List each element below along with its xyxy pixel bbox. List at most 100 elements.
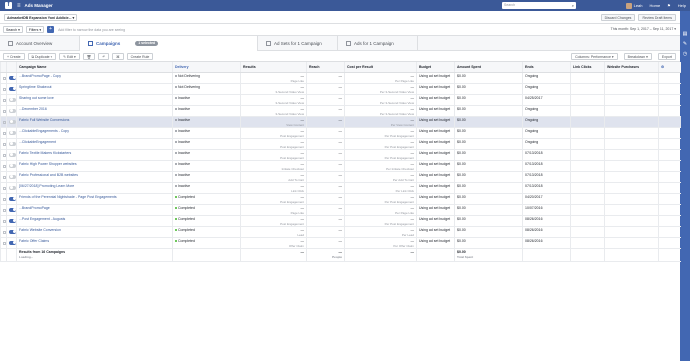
campaign-name-link[interactable]: ...BrandPromoPage (19, 206, 50, 210)
tab-account-overview[interactable]: Account Overview (0, 36, 80, 51)
campaign-toggle[interactable] (6, 160, 17, 172)
campaign-name-link[interactable]: Fabric Offer Claims (19, 239, 49, 243)
ends-value: 07/13/2018 (522, 149, 571, 161)
tab-campaigns[interactable]: Campaigns 1 selected (80, 36, 258, 51)
table-row[interactable]: ...ClickableEngagements - Copy Inactive — P… (0, 127, 681, 139)
header-cost-per-result[interactable]: Cost per Result (344, 62, 417, 73)
duplicate-button[interactable]: ⧉ Duplicate ▾ (27, 52, 57, 60)
edit-button[interactable]: ✎ Edit ▾ (59, 52, 80, 60)
table-row[interactable]: [06/27/2018] Promoting Learn More Inactiv… (0, 182, 681, 194)
campaign-name-link[interactable]: ...ClickableEngagement (19, 140, 56, 144)
pencil-icon[interactable]: ✎ (680, 39, 690, 49)
campaign-name-link[interactable]: Fabric High Power Shopper websites (19, 162, 77, 166)
campaign-toggle[interactable] (6, 204, 17, 216)
breakdown-dropdown[interactable]: Breakdown ▾ (623, 53, 652, 60)
header-amount-spent[interactable]: Amount Spent (454, 62, 523, 73)
review-draft-button[interactable]: Review Draft Items (638, 14, 676, 21)
campaign-name-link[interactable]: ...ClickableEngagements - Copy (19, 129, 69, 133)
table-row[interactable]: Fabric Website Conversion Completed — Lead —… (0, 226, 681, 238)
account-selector[interactable]: AdmarketDB Expansion Yoni Addicie... ▾ (4, 13, 78, 21)
campaign-name-link[interactable]: ...December 2016 (19, 107, 47, 111)
table-row[interactable]: Springtime Shakeout Not Delivering —3-Seco… (0, 83, 681, 95)
user-menu[interactable]: Leah (625, 2, 643, 9)
campaign-name-link[interactable]: Friends of the Perennial Nightshade - Pa… (19, 195, 117, 199)
filters-chip[interactable]: Filters ▾ (25, 26, 45, 33)
table-row[interactable]: Fabric High Power Shopper websites Inacti… (0, 160, 681, 172)
table-row[interactable]: Friends of the Perennial Nightshade - Pa… (0, 193, 681, 205)
filter-input[interactable]: Add filter to narrow the data you are se… (58, 28, 125, 32)
campaign-name-link[interactable]: Fabric Full Website Conversions (19, 118, 69, 122)
delete-icon[interactable]: 🗑 (82, 52, 96, 60)
facebook-logo-icon[interactable]: f (5, 2, 12, 9)
table-row[interactable]: Fabric Professional and B2B websites Inac… (0, 171, 681, 183)
campaign-name-link[interactable]: Sharing out some love (19, 96, 54, 100)
reach-value: — (306, 94, 345, 106)
table-row[interactable]: ...BrandPromoPage - Copy Not Delivering — P… (0, 72, 681, 84)
search-icon[interactable]: ⌕ (572, 2, 574, 9)
campaign-name-link[interactable]: [06/27/2018] Promoting Learn More (19, 184, 74, 188)
campaign-toggle[interactable] (6, 237, 17, 249)
campaign-toggle[interactable] (6, 116, 17, 128)
table-row[interactable]: ...ClickableEngagement Inactive — Post Enga… (0, 138, 681, 150)
selected-count-badge[interactable]: 1 selected (135, 41, 159, 46)
campaign-toggle[interactable] (6, 127, 17, 139)
campaign-name-link[interactable]: ...BrandPromoPage - Copy (19, 74, 61, 78)
date-range-picker[interactable]: This month: Sep 1, 2017 – Sep 11, 2017 ▾ (611, 27, 676, 31)
campaign-name-link[interactable]: Fabric Professional and B2B websites (19, 173, 78, 177)
clock-icon[interactable]: ◷ (680, 49, 690, 59)
table-row[interactable]: ...BrandPromoPage Completed — Page Like — — Pe… (0, 204, 681, 216)
campaign-toggle[interactable] (6, 94, 17, 106)
campaign-toggle[interactable] (6, 182, 17, 194)
campaign-name-link[interactable]: Springtime Shakeout (19, 85, 52, 89)
totals-reach-sub: People (332, 254, 342, 259)
search-chip[interactable]: Search ▾ (3, 26, 23, 33)
tag-icon[interactable]: ⌘ (112, 52, 124, 60)
search-input[interactable]: Search ⌕ (502, 2, 576, 9)
header-budget[interactable]: Budget (416, 62, 455, 73)
amount-spent: $0.00 (454, 127, 523, 139)
campaign-name-link[interactable]: Fabric Textile Makers Kickstarters (19, 151, 71, 155)
chart-icon[interactable]: ▤ (680, 29, 690, 39)
header-results[interactable]: Results (240, 62, 307, 73)
campaign-toggle[interactable] (6, 193, 17, 205)
campaign-name-link[interactable]: ...Post Engagement - Augusts (19, 217, 65, 221)
export-button[interactable]: Export (657, 53, 676, 60)
create-button[interactable]: + Create (3, 52, 25, 60)
reach-value: — (306, 226, 345, 238)
table-row[interactable]: Fabric Textile Makers Kickstarters Inacti… (0, 149, 681, 161)
header-reach[interactable]: Reach (306, 62, 345, 73)
header-link-clicks[interactable]: Link Clicks (570, 62, 605, 73)
columns-dropdown[interactable]: Columns: Performance ▾ (571, 53, 618, 60)
header-website-purchases[interactable]: Website Purchases (604, 62, 659, 73)
campaign-toggle[interactable] (6, 215, 17, 227)
table-row[interactable]: ...December 2016 Inactive —3-Second Video … (0, 105, 681, 117)
discard-changes-button[interactable]: Discard Changes (600, 14, 636, 21)
notifications-icon[interactable]: ⚑ (667, 3, 671, 8)
add-filter-button[interactable]: + (47, 26, 55, 33)
home-link[interactable]: Home (650, 3, 661, 8)
create-rule-button[interactable]: Create Rule (126, 52, 154, 60)
tab-ad-sets[interactable]: Ad Sets for 1 Campaign (258, 36, 338, 51)
campaign-name-link[interactable]: Fabric Website Conversion (19, 228, 61, 232)
table-row[interactable]: ...Post Engagement - Augusts Completed — Po… (0, 215, 681, 227)
header-delivery[interactable]: Delivery (172, 62, 241, 73)
tab-ads[interactable]: Ads for 1 Campaign (338, 36, 418, 51)
table-row[interactable]: Fabric Full Website Conversions Inactive —… (0, 116, 681, 128)
column-settings-icon[interactable]: ⚙ (658, 62, 681, 73)
help-link[interactable]: Help (678, 3, 686, 8)
website-purchases (604, 105, 659, 117)
header-campaign-name[interactable]: Campaign Name (16, 62, 173, 73)
campaign-toggle[interactable] (6, 226, 17, 238)
amount-spent: $0.00 (454, 94, 523, 106)
campaign-toggle[interactable] (6, 171, 17, 183)
campaign-toggle[interactable] (6, 105, 17, 117)
table-row[interactable]: Fabric Offer Claims Completed — Offer Claim… (0, 237, 681, 249)
campaign-toggle[interactable] (6, 138, 17, 150)
campaign-toggle[interactable] (6, 72, 17, 84)
undo-icon[interactable]: ↶ (98, 52, 110, 60)
header-ends[interactable]: Ends (522, 62, 571, 73)
menu-icon[interactable]: ≡ (17, 3, 21, 9)
table-row[interactable]: Sharing out some love Inactive —3-Second V… (0, 94, 681, 106)
campaign-toggle[interactable] (6, 83, 17, 95)
campaign-toggle[interactable] (6, 149, 17, 161)
